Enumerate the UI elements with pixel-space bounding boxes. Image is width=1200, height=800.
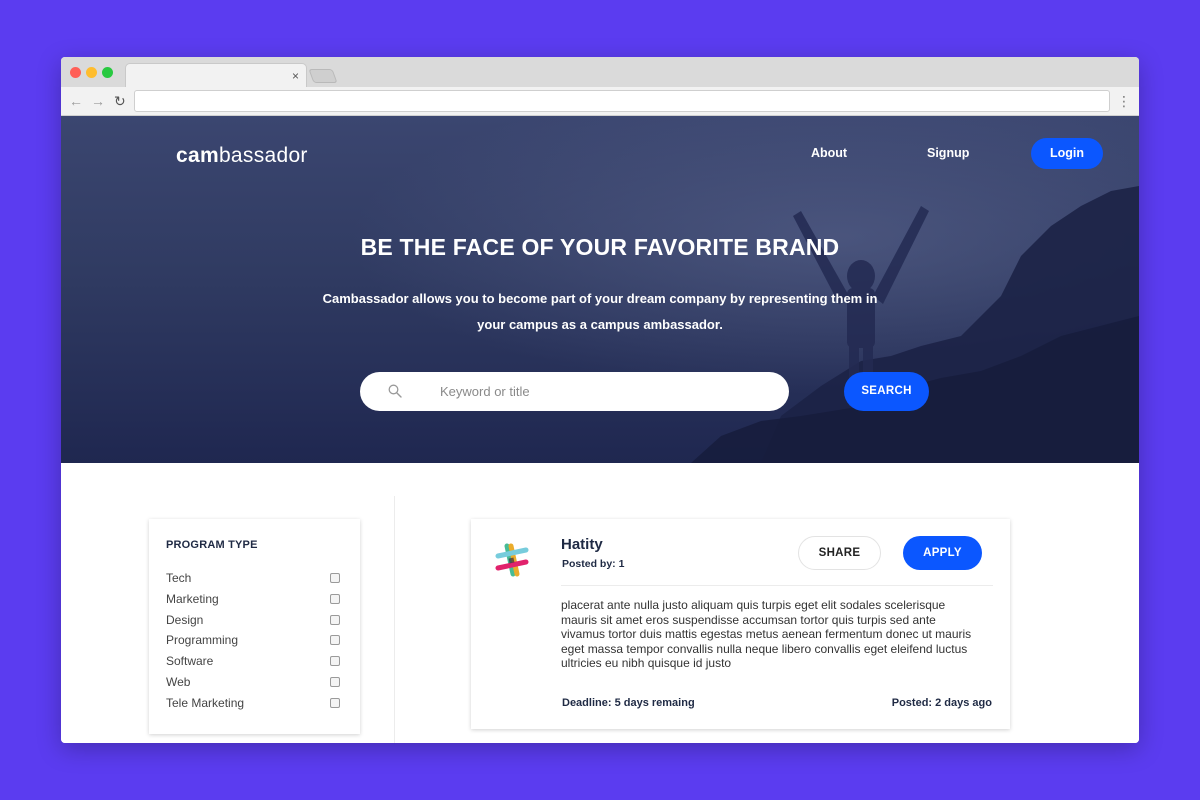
filter-item-tele-marketing[interactable]: Tele Marketing bbox=[166, 696, 344, 717]
window-close-dot[interactable] bbox=[70, 67, 81, 78]
filter-item-marketing[interactable]: Marketing bbox=[166, 592, 344, 613]
filter-checkbox[interactable] bbox=[330, 614, 340, 625]
window-minimize-dot[interactable] bbox=[86, 67, 97, 78]
filter-checkbox[interactable] bbox=[330, 697, 340, 708]
filter-list: Tech Marketing Design Programming Softwa… bbox=[166, 571, 344, 717]
filter-checkbox[interactable] bbox=[330, 676, 340, 687]
filter-checkbox[interactable] bbox=[330, 656, 340, 667]
search-button[interactable]: SEARCH bbox=[844, 372, 929, 411]
job-separator bbox=[561, 585, 993, 586]
login-button[interactable]: Login bbox=[1031, 138, 1103, 169]
job-deadline: Deadline: 5 days remaing bbox=[562, 697, 695, 709]
search-box bbox=[360, 372, 789, 411]
nav-signup-link[interactable]: Signup bbox=[927, 146, 969, 160]
hero-title: BE THE FACE OF YOUR FAVORITE BRAND bbox=[360, 234, 840, 260]
apply-button[interactable]: APPLY bbox=[903, 536, 982, 570]
share-button[interactable]: SHARE bbox=[798, 536, 881, 570]
filter-checkbox[interactable] bbox=[330, 573, 340, 583]
browser-tab[interactable]: × bbox=[125, 63, 307, 89]
menu-dots-icon[interactable]: ⋮ bbox=[1117, 92, 1131, 110]
filter-item-programming[interactable]: Programming bbox=[166, 633, 344, 654]
window-maximize-dot[interactable] bbox=[102, 67, 113, 78]
filter-label: Tech bbox=[166, 571, 192, 585]
filter-item-design[interactable]: Design bbox=[166, 613, 344, 634]
reload-icon[interactable]: ↻ bbox=[114, 92, 126, 110]
browser-toolbar: ← → ↻ ⋮ bbox=[61, 87, 1139, 116]
new-tab-button[interactable] bbox=[308, 69, 338, 83]
hero-subtitle: Cambassador allows you to become part of… bbox=[322, 291, 878, 332]
browser-window: × ← → ↻ ⋮ cambassador About Signup Login… bbox=[61, 57, 1139, 743]
filter-item-tech[interactable]: Tech bbox=[166, 571, 344, 592]
filter-label: Web bbox=[166, 674, 191, 689]
address-bar[interactable] bbox=[134, 90, 1110, 112]
job-title[interactable]: Hatity bbox=[561, 536, 603, 553]
job-posted-date: Posted: 2 days ago bbox=[891, 697, 992, 709]
logo-rest-text: bassador bbox=[218, 144, 308, 167]
browser-titlebar: × bbox=[61, 57, 1139, 89]
filter-checkbox[interactable] bbox=[330, 593, 340, 604]
main-content: PROGRAM TYPE Tech Marketing Design Progr… bbox=[61, 463, 1139, 743]
back-arrow-icon[interactable]: ← bbox=[69, 92, 83, 110]
column-divider bbox=[394, 496, 395, 743]
filter-title: PROGRAM TYPE bbox=[166, 539, 258, 551]
forward-arrow-icon[interactable]: → bbox=[91, 92, 105, 110]
filter-checkbox[interactable] bbox=[330, 635, 340, 646]
filter-label: Design bbox=[166, 612, 204, 627]
site-logo[interactable]: cambassador bbox=[176, 144, 308, 168]
program-type-filter: PROGRAM TYPE Tech Marketing Design Progr… bbox=[149, 519, 360, 734]
logo-bold-text: cam bbox=[176, 144, 219, 167]
filter-item-software[interactable]: Software bbox=[166, 654, 344, 675]
job-card[interactable]: Hatity Posted by: 1 SHARE APPLY placerat… bbox=[471, 519, 1010, 729]
filter-label: Marketing bbox=[166, 591, 219, 606]
job-description: placerat ante nulla justo aliquam quis t… bbox=[561, 598, 972, 670]
search-icon bbox=[388, 384, 402, 398]
tab-close-icon[interactable]: × bbox=[292, 68, 299, 84]
slack-logo-icon bbox=[495, 543, 529, 577]
search-input[interactable] bbox=[440, 372, 760, 411]
job-posted-by: Posted by: 1 bbox=[562, 558, 625, 570]
filter-label: Programming bbox=[166, 633, 239, 648]
filter-item-web[interactable]: Web bbox=[166, 675, 344, 696]
hero-section: cambassador About Signup Login BE THE FA… bbox=[61, 116, 1139, 463]
filter-label: Tele Marketing bbox=[166, 695, 245, 710]
filter-label: Software bbox=[166, 654, 214, 669]
nav-about-link[interactable]: About bbox=[811, 146, 847, 160]
